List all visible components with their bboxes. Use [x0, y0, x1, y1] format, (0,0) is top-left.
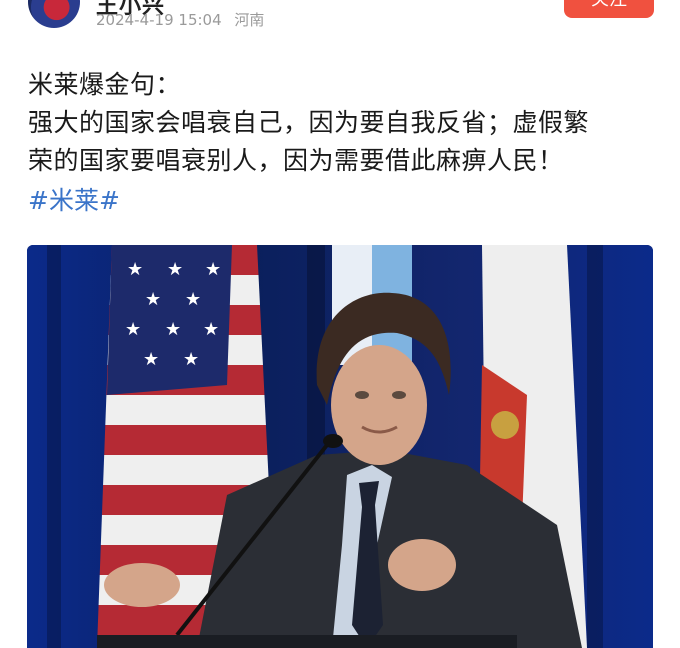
svg-text:★: ★: [127, 259, 143, 280]
post-date: 2024-4-19 15:04: [96, 11, 222, 29]
post-line: 荣的国家要唱衰别人，因为需要借此麻痹人民！: [28, 146, 564, 175]
post-line: 强大的国家会唱衰自己，因为要自我反省；虚假繁: [28, 108, 590, 137]
svg-text:★: ★: [167, 259, 183, 280]
svg-text:★: ★: [145, 289, 161, 310]
svg-text:★: ★: [143, 349, 159, 370]
svg-text:★: ★: [203, 319, 219, 340]
post-photo[interactable]: ★ ★ ★ ★ ★ ★ ★ ★ ★ ★: [27, 245, 653, 648]
svg-text:★: ★: [183, 349, 199, 370]
post-line-title: 米莱爆金句：: [28, 70, 182, 99]
svg-text:★: ★: [205, 259, 221, 280]
post-location: 河南: [234, 11, 265, 29]
post-body: 米莱爆金句： 强大的国家会唱衰自己，因为要自我反省；虚假繁 荣的国家要唱衰别人，…: [28, 66, 658, 220]
svg-text:★: ★: [185, 289, 201, 310]
follow-button[interactable]: 关注: [564, 0, 654, 18]
post-meta: 2024-4-19 15:04 河南: [96, 9, 264, 30]
hashtag-link[interactable]: #米莱#: [28, 182, 120, 220]
speaker-photo-illustration: ★ ★ ★ ★ ★ ★ ★ ★ ★ ★: [27, 245, 653, 648]
post-header: 王小兴 2024-4-19 15:04 河南 关注: [0, 0, 680, 44]
avatar[interactable]: [28, 0, 80, 28]
svg-text:★: ★: [165, 319, 181, 340]
svg-text:★: ★: [125, 319, 141, 340]
